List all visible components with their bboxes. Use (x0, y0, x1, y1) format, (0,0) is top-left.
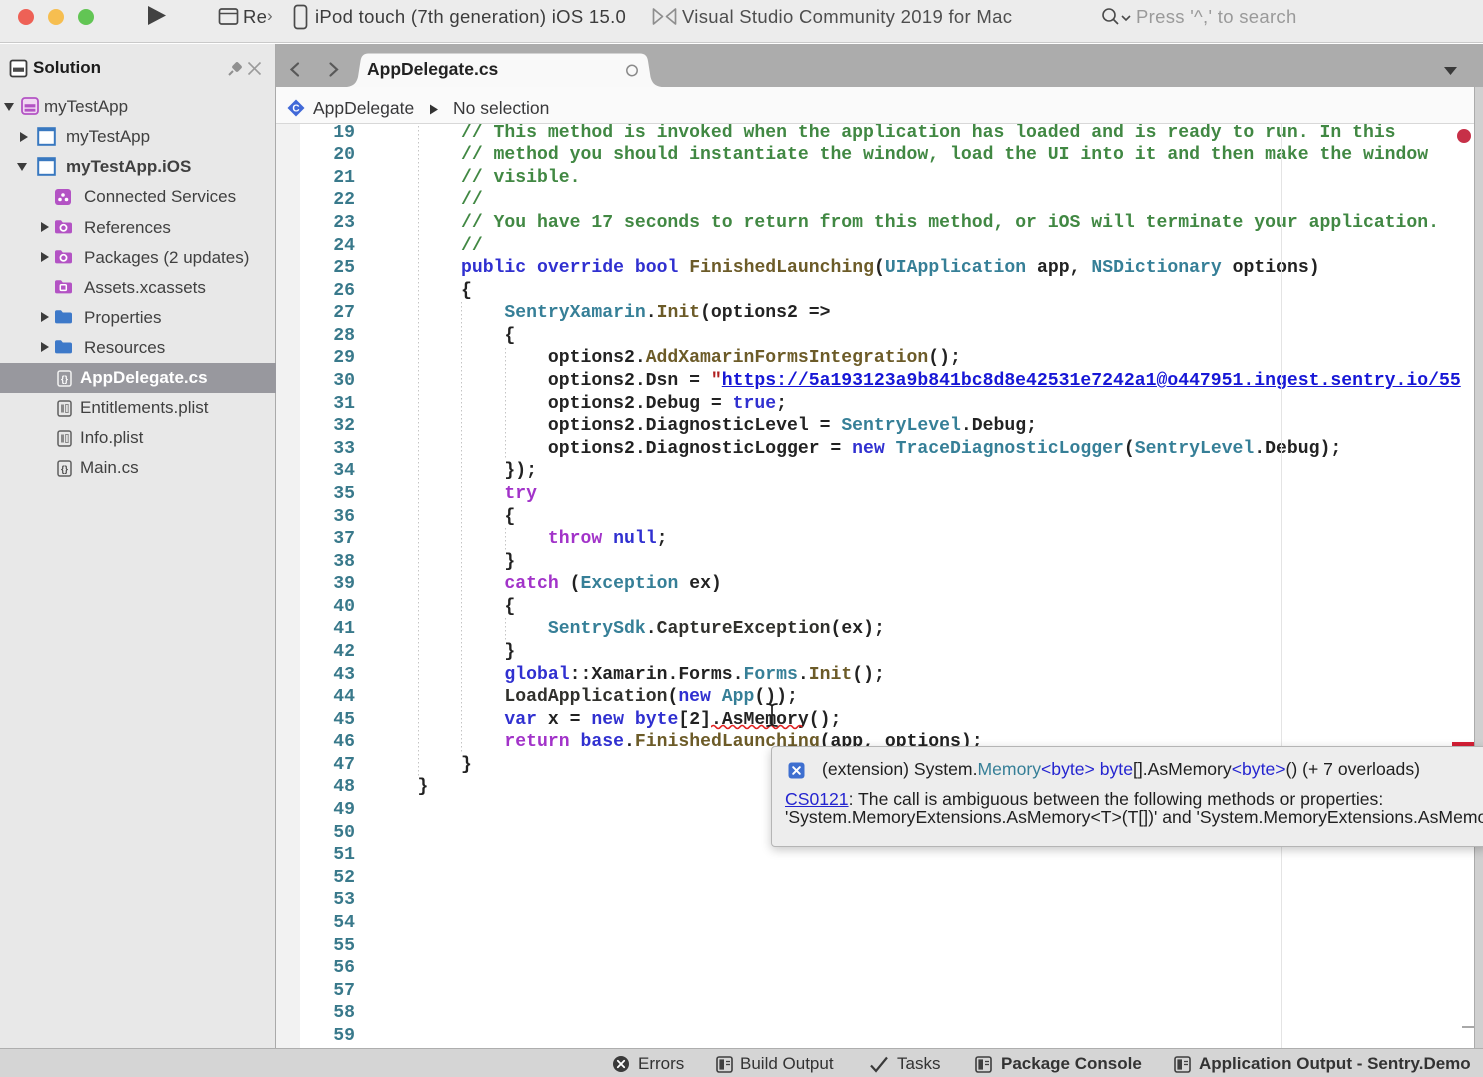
svg-text:{}: {} (61, 374, 69, 384)
svg-text:{}: {} (61, 464, 69, 474)
svg-text:C: C (292, 104, 299, 115)
